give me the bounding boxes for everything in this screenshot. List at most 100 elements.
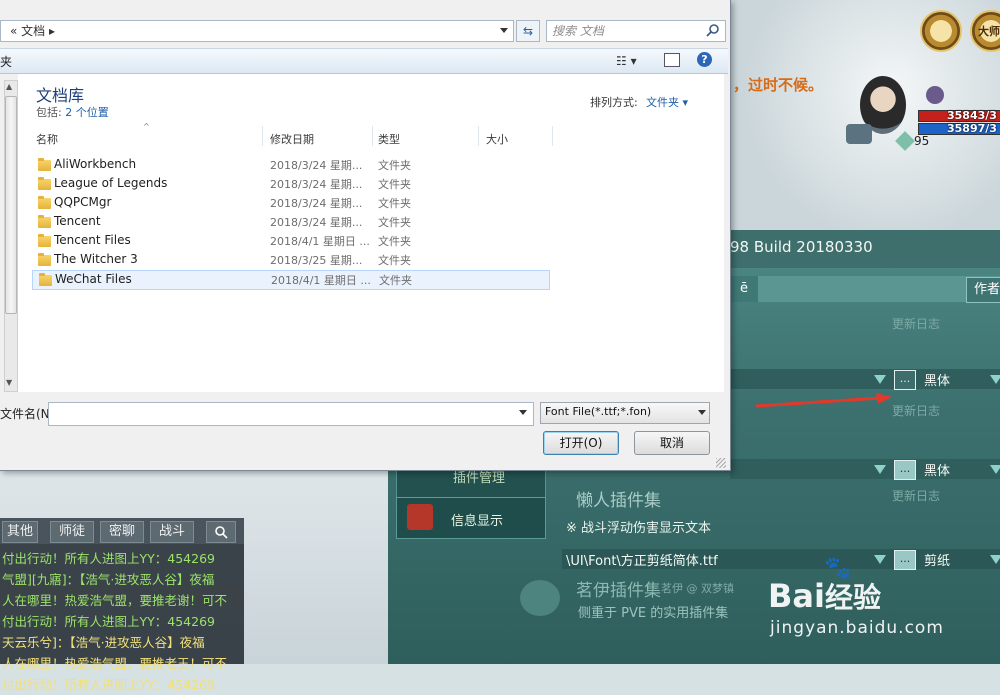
file-date: 2018/3/24 星期... <box>270 159 363 172</box>
treasure-icon[interactable] <box>920 10 962 52</box>
option-combat-text[interactable]: ※ 战斗浮动伤害显示文本 <box>566 517 711 536</box>
column-header-type[interactable]: 类型 <box>378 131 400 147</box>
chevron-down-icon[interactable] <box>874 375 886 384</box>
chat-line[interactable]: 人在哪里！热爱浩气盟，要推老谢！可不 <box>2 590 244 611</box>
cancel-button[interactable]: 取消 <box>634 431 710 455</box>
chat-line[interactable]: 付出行动！所有人进图上YY：454269 <box>2 548 244 569</box>
file-row[interactable]: AliWorkbench 2018/3/24 星期... 文件夹 <box>32 156 548 174</box>
file-name: League of Legends <box>54 176 168 190</box>
library-sub-prefix: 包括: <box>36 106 62 119</box>
scroll-down-icon[interactable]: ▼ <box>6 378 12 387</box>
file-date: 2018/3/24 星期... <box>270 197 363 210</box>
scroll-up-icon[interactable]: ▲ <box>6 82 12 91</box>
file-type: 文件夹 <box>378 197 411 210</box>
column-divider[interactable] <box>478 126 479 146</box>
info-display-button[interactable]: 信息显示 <box>396 497 546 539</box>
mp-bar: 35897/3 <box>918 122 1000 135</box>
tab-author[interactable]: 作者 <box>966 277 1000 303</box>
chat-line[interactable]: 天云乐兮]：【浩气·进攻恶人谷】夜福 <box>2 632 244 653</box>
file-row[interactable]: QQPCMgr 2018/3/24 星期... 文件夹 <box>32 194 548 212</box>
view-options-icon[interactable]: ☷ ▾ <box>616 54 637 68</box>
library-locations-link[interactable]: 2 个位置 <box>65 106 109 119</box>
file-type: 文件夹 <box>378 178 411 191</box>
chevron-down-icon[interactable] <box>990 555 1000 564</box>
file-row[interactable]: WeChat Files 2018/4/1 星期日 ... 文件夹 <box>32 270 550 290</box>
browse-font-button-2[interactable]: ... <box>894 460 916 480</box>
chevron-down-icon[interactable] <box>874 555 886 564</box>
chat-tab-whisper[interactable]: 密聊 <box>100 521 144 543</box>
file-type-value: Font File(*.ttf;*.fon) <box>545 405 652 418</box>
open-button[interactable]: 打开(O) <box>543 431 619 455</box>
browse-font-button-1[interactable]: ... <box>894 370 916 390</box>
file-name: AliWorkbench <box>54 157 137 171</box>
section-pve-desc: 侧重于 PVE 的实用插件集 <box>578 606 729 621</box>
font-value-2: 黑体 <box>924 464 951 479</box>
filename-input[interactable] <box>48 402 534 426</box>
update-log-link[interactable]: 更新日志 <box>892 402 940 419</box>
file-name: Tencent <box>54 214 101 228</box>
help-icon[interactable]: ? <box>697 52 712 67</box>
tab-current[interactable]: ē <box>730 276 758 302</box>
file-row[interactable]: Tencent Files 2018/4/1 星期日 ... 文件夹 <box>32 232 548 250</box>
chat-line[interactable]: 气盟][九寤]：【浩气·进攻恶人谷】夜福 <box>2 569 244 590</box>
file-date: 2018/4/1 星期日 ... <box>270 235 370 248</box>
watermark-brand-cn: 经验 <box>824 581 881 614</box>
search-placeholder: 搜索 文档 <box>552 24 604 38</box>
refresh-button[interactable]: ⇆ <box>516 20 540 42</box>
chevron-down-icon[interactable] <box>698 410 706 415</box>
info-display-label: 信息显示 <box>451 514 504 529</box>
column-header-name[interactable]: 名称 <box>36 131 58 147</box>
chat-line[interactable]: 付出行动！所有人进图上YY：454269 <box>2 674 244 695</box>
column-header-size[interactable]: 大小 <box>486 131 508 147</box>
chevron-down-icon[interactable] <box>874 465 886 474</box>
player-level: 95 <box>914 134 930 148</box>
chat-line[interactable]: 付出行动！所有人进图上YY：454269 <box>2 611 244 632</box>
update-log-link[interactable]: 更新日志 <box>892 487 940 504</box>
red-arrow-annotation <box>755 393 892 408</box>
library-title: 文档库 <box>36 86 85 105</box>
coin-label: 大师 <box>978 25 1000 38</box>
font-value-3: 剪纸 <box>924 554 951 569</box>
library-subtitle: 包括: 2 个位置 <box>36 104 109 120</box>
chat-tab-other[interactable]: 其他 <box>2 521 38 543</box>
chat-tab-master[interactable]: 师徒 <box>50 521 94 543</box>
event-warning-text: ，过时不候。 <box>733 76 824 94</box>
arrange-dropdown[interactable]: 文件夹 ▾ <box>646 94 688 110</box>
column-divider[interactable] <box>262 126 263 146</box>
column-divider[interactable] <box>552 126 553 146</box>
mp-text: 35897/3 <box>947 122 997 135</box>
address-bar[interactable] <box>0 20 514 42</box>
chevron-down-icon[interactable] <box>990 465 1000 474</box>
search-icon[interactable] <box>706 23 720 37</box>
chevron-down-icon[interactable] <box>990 375 1000 384</box>
address-path[interactable]: « 文档 ▸ <box>10 22 55 39</box>
file-row[interactable]: League of Legends 2018/3/24 星期... 文件夹 <box>32 175 548 193</box>
chat-search-button[interactable] <box>206 521 236 543</box>
chevron-down-icon[interactable] <box>519 410 527 415</box>
update-log-link[interactable]: 更新日志 <box>892 315 940 332</box>
folder-icon <box>38 253 51 266</box>
font-path-text[interactable]: \UI\Font\方正剪纸简体.ttf <box>566 550 718 569</box>
browse-font-button-3[interactable]: ... <box>894 550 916 570</box>
file-date: 2018/3/24 星期... <box>270 178 363 191</box>
file-type: 文件夹 <box>378 159 411 172</box>
font-row-1 <box>730 369 1000 389</box>
chat-tab-combat[interactable]: 战斗 <box>150 521 194 543</box>
chat-bubble-icon <box>520 580 560 616</box>
preview-pane-icon[interactable] <box>664 53 680 67</box>
chevron-down-icon[interactable] <box>500 28 508 33</box>
file-type: 文件夹 <box>378 216 411 229</box>
toolbar-new-folder-fragment[interactable]: 夹 <box>0 53 12 70</box>
refresh-icon: ⇆ <box>522 24 534 38</box>
file-row[interactable]: The Witcher 3 2018/3/25 星期... 文件夹 <box>32 251 548 269</box>
hp-bar: 35843/3 <box>918 109 1000 122</box>
column-divider[interactable] <box>372 126 373 146</box>
baidu-paw-icon: 🐾 <box>824 556 852 581</box>
file-type: 文件夹 <box>379 274 412 287</box>
folder-icon <box>38 215 51 228</box>
file-name: WeChat Files <box>55 272 132 286</box>
column-header-date[interactable]: 修改日期 <box>270 131 314 147</box>
nav-scrollbar-thumb[interactable] <box>5 96 17 314</box>
file-row[interactable]: Tencent 2018/3/24 星期... 文件夹 <box>32 213 548 231</box>
resize-grip-icon[interactable] <box>716 458 726 468</box>
